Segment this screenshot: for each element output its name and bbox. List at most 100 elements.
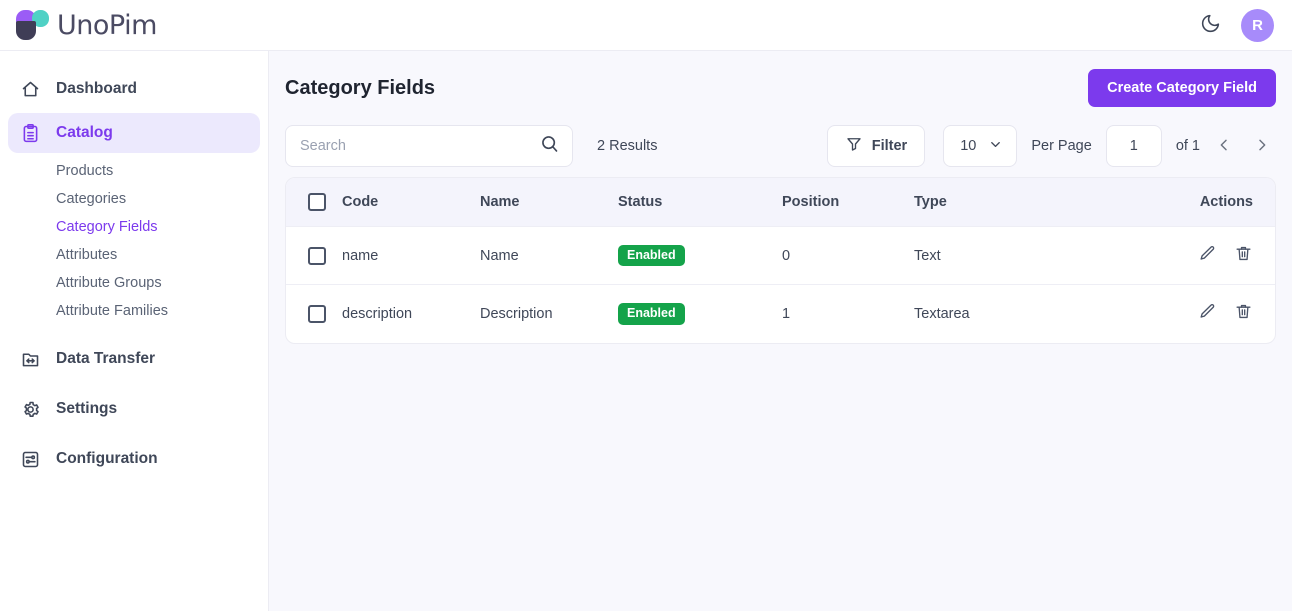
- app-root: UnoPim R: [0, 0, 1292, 611]
- category-fields-table: Code Name Status Position Type Actions: [285, 177, 1276, 344]
- folder-transfer-icon: [18, 347, 42, 371]
- table-header-position[interactable]: Position: [782, 178, 914, 227]
- search-input[interactable]: [300, 138, 539, 154]
- topbar-actions: R: [1195, 9, 1274, 42]
- edit-button[interactable]: [1198, 302, 1217, 324]
- search-box[interactable]: [285, 125, 573, 167]
- page-header: Category Fields Create Category Field: [285, 51, 1276, 121]
- table-header-status[interactable]: Status: [618, 178, 782, 227]
- table-header-row: Code Name Status Position Type Actions: [286, 178, 1275, 227]
- table-row[interactable]: description Description Enabled 1 Textar…: [286, 285, 1275, 343]
- sidebar-item-products[interactable]: Products: [8, 157, 260, 185]
- chevron-down-icon: [988, 137, 1003, 156]
- status-badge: Enabled: [618, 245, 685, 267]
- unopim-logo-icon: [16, 10, 50, 40]
- results-count: 2 Results: [597, 138, 657, 154]
- sidebar-item-configuration[interactable]: Configuration: [8, 439, 260, 479]
- sidebar-item-attributes[interactable]: Attributes: [8, 241, 260, 269]
- row-actions-cell: [1154, 285, 1275, 343]
- search-icon[interactable]: [539, 133, 560, 159]
- sidebar-subitem-label: Categories: [56, 191, 126, 207]
- sidebar-subitem-label: Attribute Groups: [56, 275, 162, 291]
- sidebar-subitem-label: Category Fields: [56, 219, 158, 235]
- pencil-icon: [1198, 244, 1217, 266]
- sidebar-item-category-fields[interactable]: Category Fields: [8, 213, 260, 241]
- per-page-label: Per Page: [1031, 138, 1091, 154]
- table-header-code[interactable]: Code: [342, 178, 480, 227]
- row-select-cell: [286, 285, 342, 343]
- sidebar-item-label: Configuration: [56, 450, 158, 468]
- main-content: Category Fields Create Category Field 2 …: [269, 51, 1292, 611]
- row-code: name: [342, 227, 480, 285]
- trash-icon: [1234, 244, 1253, 266]
- sidebar-item-settings[interactable]: Settings: [8, 389, 260, 429]
- table-header-actions: Actions: [1154, 178, 1275, 227]
- sidebar-item-categories[interactable]: Categories: [8, 185, 260, 213]
- next-page-button[interactable]: [1248, 132, 1276, 160]
- chevron-left-icon: [1216, 137, 1232, 156]
- row-status-cell: Enabled: [618, 285, 782, 343]
- select-all-checkbox[interactable]: [308, 193, 326, 211]
- home-icon: [18, 77, 42, 101]
- avatar[interactable]: R: [1241, 9, 1274, 42]
- row-checkbox[interactable]: [308, 305, 326, 323]
- sidebar-subitem-label: Attribute Families: [56, 303, 168, 319]
- create-category-field-button[interactable]: Create Category Field: [1088, 69, 1276, 107]
- row-select-cell: [286, 227, 342, 285]
- sidebar-item-attribute-families[interactable]: Attribute Families: [8, 297, 260, 325]
- table-header-select: [286, 178, 342, 227]
- row-type: Textarea: [914, 285, 1154, 343]
- edit-button[interactable]: [1198, 244, 1217, 266]
- sidebar-item-label: Data Transfer: [56, 350, 155, 368]
- filter-button[interactable]: Filter: [827, 125, 925, 167]
- sidebar-subitem-label: Attributes: [56, 247, 117, 263]
- top-bar: UnoPim R: [0, 0, 1292, 51]
- sidebar-item-data-transfer[interactable]: Data Transfer: [8, 339, 260, 379]
- theme-toggle-button[interactable]: [1195, 10, 1225, 40]
- row-code: description: [342, 285, 480, 343]
- row-type: Text: [914, 227, 1154, 285]
- table-row[interactable]: name Name Enabled 0 Text: [286, 227, 1275, 285]
- sidebar-item-label: Settings: [56, 400, 117, 418]
- brand-name: UnoPim: [57, 10, 157, 41]
- filter-label: Filter: [872, 138, 907, 154]
- row-name: Name: [480, 227, 618, 285]
- total-pages-label: of 1: [1176, 138, 1200, 154]
- sidebar-item-attribute-groups[interactable]: Attribute Groups: [8, 269, 260, 297]
- delete-button[interactable]: [1234, 244, 1253, 266]
- row-status-cell: Enabled: [618, 227, 782, 285]
- row-actions-cell: [1154, 227, 1275, 285]
- sidebar-subitem-label: Products: [56, 163, 113, 179]
- clipboard-icon: [18, 121, 42, 145]
- table-toolbar: 2 Results Filter 10: [285, 121, 1276, 177]
- app-body: Dashboard Catalog Products: [0, 51, 1292, 611]
- chevron-right-icon: [1254, 137, 1270, 156]
- table-header-name[interactable]: Name: [480, 178, 618, 227]
- sidebar-item-label: Catalog: [56, 124, 113, 142]
- sidebar-item-dashboard[interactable]: Dashboard: [8, 69, 260, 109]
- avatar-initial: R: [1252, 17, 1263, 34]
- page-title: Category Fields: [285, 77, 435, 100]
- catalog-submenu: Products Categories Category Fields Attr…: [8, 157, 260, 325]
- previous-page-button[interactable]: [1210, 132, 1238, 160]
- sidebar-item-catalog[interactable]: Catalog: [8, 113, 260, 153]
- sidebar: Dashboard Catalog Products: [0, 51, 269, 611]
- row-position: 1: [782, 285, 914, 343]
- row-checkbox[interactable]: [308, 247, 326, 265]
- sliders-icon: [18, 447, 42, 471]
- row-position: 0: [782, 227, 914, 285]
- per-page-value: 10: [960, 138, 976, 154]
- brand-logo[interactable]: UnoPim: [16, 10, 157, 41]
- page-number-input[interactable]: [1106, 125, 1162, 167]
- sidebar-item-label: Dashboard: [56, 80, 137, 98]
- delete-button[interactable]: [1234, 302, 1253, 324]
- per-page-select[interactable]: 10: [943, 125, 1017, 167]
- gear-icon: [18, 397, 42, 421]
- funnel-icon: [845, 135, 863, 157]
- table-header-type[interactable]: Type: [914, 178, 1154, 227]
- status-badge: Enabled: [618, 303, 685, 325]
- moon-icon: [1200, 13, 1221, 37]
- pencil-icon: [1198, 302, 1217, 324]
- row-name: Description: [480, 285, 618, 343]
- trash-icon: [1234, 302, 1253, 324]
